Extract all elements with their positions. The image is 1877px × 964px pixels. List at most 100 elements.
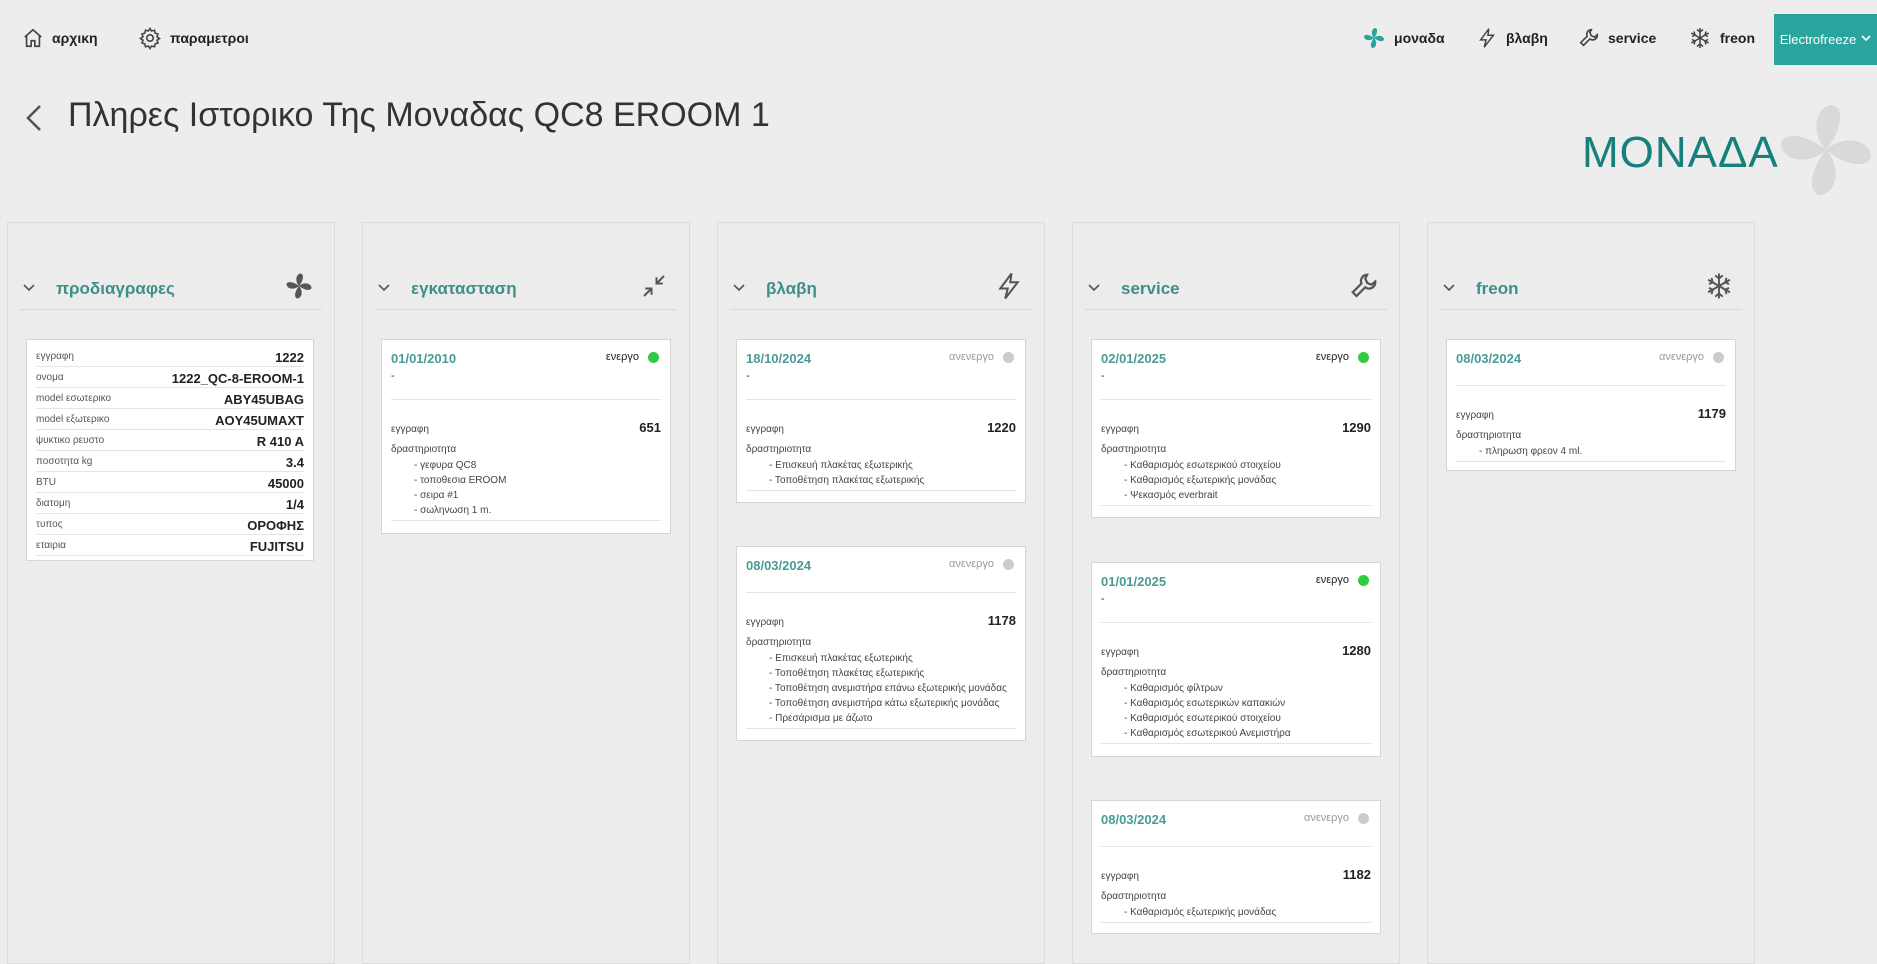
activity-list: - γεφυρα QC8 - τοποθεσια EROOM - σειρα #… <box>414 458 661 518</box>
status-label: ανενεργο <box>1658 351 1704 363</box>
divider <box>1456 385 1726 386</box>
spec-key: ποσοτητα kg <box>36 456 93 467</box>
divider <box>1101 622 1371 623</box>
record-id-label: εγγραφη <box>1101 871 1139 882</box>
nav-settings-label: παραμετροι <box>170 30 249 46</box>
chevron-down-icon[interactable] <box>1087 281 1101 295</box>
status-label: ανενεργο <box>948 351 994 363</box>
nav-settings[interactable]: παραμετροι <box>138 22 249 54</box>
spec-row: εγγραφη 1222 <box>36 346 304 367</box>
install-title: εγκατασταση <box>411 279 517 298</box>
record-card[interactable]: 02/01/2025 ενεργο - εγγραφη 1290 δραστηρι… <box>1091 339 1381 518</box>
record-date: 08/03/2024 <box>1101 812 1167 827</box>
spec-row: model εσωτερικο ABY45UBAG <box>36 388 304 409</box>
status-label: ανενεργο <box>948 558 994 570</box>
activity-list: - πληρωση φρεον 4 ml. <box>1479 444 1726 459</box>
activity-item: - πληρωση φρεον 4 ml. <box>1479 446 1583 457</box>
record-date: 08/03/2024 <box>746 558 812 573</box>
spec-value: 1222_QC-8-EROOM-1 <box>171 371 304 386</box>
divider <box>1101 922 1371 923</box>
install-column: εγκατασταση 01/01/2010 ενεργο - εγγραφη 6… <box>362 222 690 964</box>
nav-service[interactable]: service <box>1578 22 1656 54</box>
spec-row: εταιρια FUJITSU <box>36 535 304 556</box>
nav-freon-label: freon <box>1720 30 1755 46</box>
spec-value: FUJITSU <box>249 539 304 554</box>
fan-icon <box>1364 28 1384 48</box>
record-card[interactable]: 08/03/2024 ανενεργο εγγραφη 1178 δραστηρι… <box>736 546 1026 741</box>
nav-fault[interactable]: βλαβη <box>1476 22 1548 54</box>
activity-label: δραστηριοτητα <box>1456 430 1522 441</box>
record-id-row: εγγραφη 1220 <box>746 420 1016 435</box>
spec-key: model εσωτερικο <box>36 393 112 404</box>
record-card[interactable]: 08/03/2024 ανενεργο εγγραφη 1179 δραστηρι… <box>1446 339 1736 471</box>
record-id: 1290 <box>1342 420 1371 435</box>
record-card[interactable]: 08/03/2024 ανενεργο εγγραφη 1182 δραστηρι… <box>1091 800 1381 934</box>
snowflake-icon <box>1707 273 1731 299</box>
record-id-row: εγγραφη 1179 <box>1456 406 1726 421</box>
company-dropdown[interactable]: Electrofreeze <box>1774 14 1877 65</box>
status-badge: ανενεργο <box>1304 812 1369 824</box>
fan-icon <box>286 273 312 299</box>
activity-item: - Τοποθέτηση ανεμιστήρα επάνω εξωτερικής… <box>769 683 1007 694</box>
activity-item: - Τοποθέτηση πλακέτας εξωτερικής <box>769 668 925 679</box>
chevron-down-icon[interactable] <box>22 281 36 295</box>
record-id: 1280 <box>1342 643 1371 658</box>
activity-item: - Καθαρισμός φίλτρων <box>1124 683 1223 694</box>
record-card[interactable]: 01/01/2010 ενεργο - εγγραφη 651 δραστηριο… <box>381 339 671 534</box>
divider <box>1101 743 1371 744</box>
page-title: Πληρες Ιστορικο Της Μοναδας QC8 EROOM 1 <box>68 96 770 134</box>
nav-unit[interactable]: μοναδα <box>1362 22 1445 54</box>
status-label: ενεργο <box>1315 351 1349 363</box>
record-id-label: εγγραφη <box>746 617 784 628</box>
spec-value: AOY45UMAXT <box>215 413 304 428</box>
status-dot <box>1713 351 1724 363</box>
status-badge: ενεργο <box>606 351 659 363</box>
chevron-down-icon[interactable] <box>377 281 391 295</box>
record-card[interactable]: 18/10/2024 ανενεργο - εγγραφη 1220 δραστη… <box>736 339 1026 503</box>
chevron-down-icon[interactable] <box>1442 281 1456 295</box>
status-badge: ενεργο <box>1316 351 1369 363</box>
top-nav: αρχικη παραμετροι μοναδα βλαβη service f… <box>0 0 1877 66</box>
record-id: 1178 <box>987 613 1016 628</box>
status-badge: ενεργο <box>1316 574 1369 586</box>
activity-item: - Ψεκασμός everbrait <box>1124 490 1218 501</box>
activity-label: δραστηριοτητα <box>391 444 457 455</box>
status-dot <box>1358 574 1369 586</box>
record-id-label: εγγραφη <box>1101 424 1139 435</box>
chevron-down-icon <box>1861 34 1871 45</box>
record-id-label: εγγραφη <box>391 424 429 435</box>
record-id: 651 <box>639 420 661 435</box>
back-button[interactable] <box>22 100 46 136</box>
spec-row: model εξωτερικο AOY45UMAXT <box>36 409 304 430</box>
record-id-row: εγγραφη 1182 <box>1101 867 1371 882</box>
record-dash: - <box>391 370 395 382</box>
freon-column: freon 08/03/2024 ανενεργο εγγραφη 1179 δρ… <box>1427 222 1755 964</box>
activity-label: δραστηριοτητα <box>1101 444 1167 455</box>
status-badge: ανενεργο <box>1659 351 1724 363</box>
nav-freon[interactable]: freon <box>1688 22 1755 54</box>
spec-value: 1222 <box>275 350 304 365</box>
divider <box>1456 461 1726 462</box>
nav-home[interactable]: αρχικη <box>22 22 98 54</box>
record-id-label: εγγραφη <box>746 424 784 435</box>
record-card[interactable]: 01/01/2025 ενεργο - εγγραφη 1280 δραστηρι… <box>1091 562 1381 757</box>
chevron-down-icon[interactable] <box>732 281 746 295</box>
fault-title: βλαβη <box>766 279 817 298</box>
fault-header: βλαβη <box>730 271 1032 310</box>
activity-list: - Επισκευή πλακέτας εξωτερικής - Τοποθέτ… <box>769 458 1016 488</box>
activity-list: - Καθαρισμός εσωτερικού στοιχείου - Καθα… <box>1124 458 1371 503</box>
nav-unit-label: μοναδα <box>1394 30 1445 46</box>
activity-item: - σειρα #1 <box>414 490 459 501</box>
chevron-left-icon <box>26 105 41 131</box>
status-dot <box>1003 558 1014 570</box>
divider <box>1101 399 1371 400</box>
service-title: service <box>1121 279 1180 298</box>
divider <box>746 592 1016 593</box>
spec-key: διατομη <box>36 498 71 509</box>
activity-label: δραστηριοτητα <box>746 637 812 648</box>
service-header: service <box>1085 271 1387 310</box>
record-dash: - <box>1101 370 1105 382</box>
freon-title: freon <box>1476 279 1519 298</box>
record-id-row: εγγραφη 1290 <box>1101 420 1371 435</box>
activity-item: - Τοποθέτηση πλακέτας εξωτερικής <box>769 475 925 486</box>
